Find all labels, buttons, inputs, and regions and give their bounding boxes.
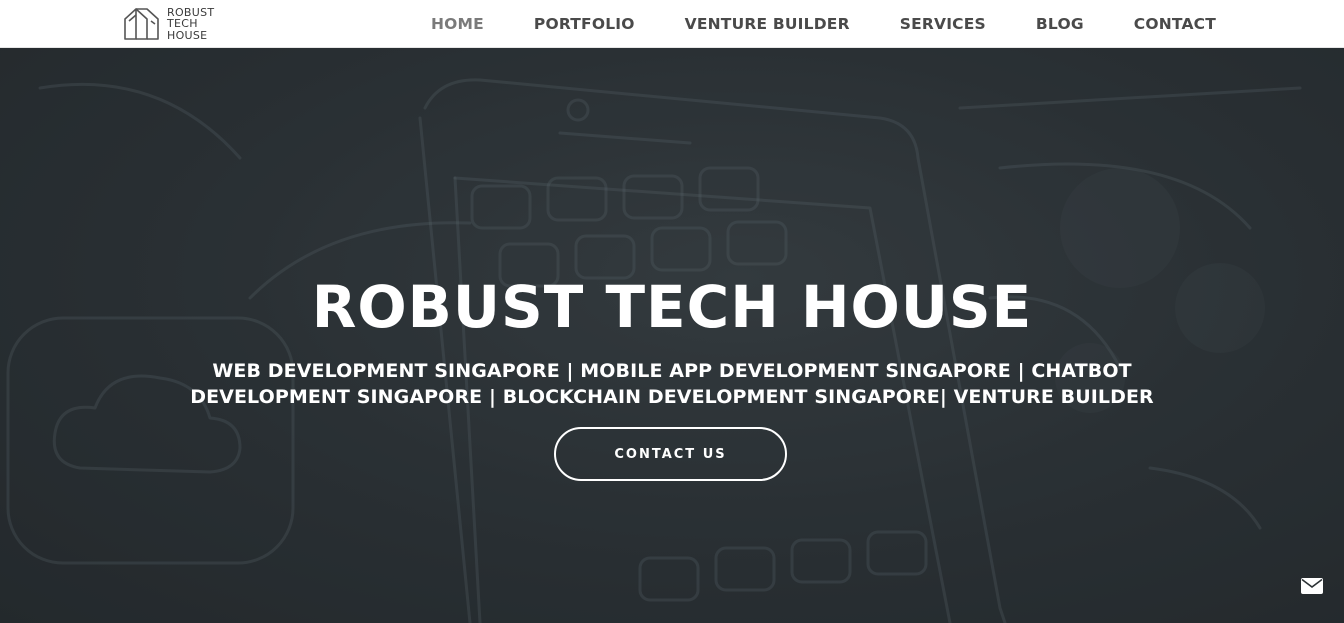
envelope-icon bbox=[1301, 578, 1323, 594]
hero-title: ROBUST TECH HOUSE bbox=[311, 273, 1033, 341]
main-nav: HOME PORTFOLIO VENTURE BUILDER SERVICES … bbox=[381, 0, 1216, 48]
nav-item-portfolio[interactable]: PORTFOLIO bbox=[534, 15, 635, 33]
hero-banner: ROBUST TECH HOUSE WEB DEVELOPMENT SINGAP… bbox=[0, 48, 1344, 623]
brand-logo[interactable]: ROBUST TECH HOUSE bbox=[122, 4, 214, 44]
nav-item-services[interactable]: SERVICES bbox=[900, 15, 986, 33]
nav-item-home[interactable]: HOME bbox=[431, 15, 484, 33]
contact-us-button[interactable]: CONTACT US bbox=[554, 427, 787, 481]
brand-wordmark-line: HOUSE bbox=[167, 28, 208, 42]
nav-item-venture-builder[interactable]: VENTURE BUILDER bbox=[685, 15, 850, 33]
nav-item-blog[interactable]: BLOG bbox=[1036, 15, 1084, 33]
brand-wordmark: ROBUST TECH HOUSE bbox=[167, 7, 214, 42]
floating-contact-button[interactable] bbox=[1300, 575, 1324, 597]
hero-subtitle: WEB DEVELOPMENT SINGAPORE | MOBILE APP D… bbox=[190, 360, 1154, 408]
house-outline-logo-icon bbox=[124, 8, 159, 40]
nav-item-contact[interactable]: CONTACT bbox=[1134, 15, 1216, 33]
top-navbar: ROBUST TECH HOUSE HOME PORTFOLIO VENTURE… bbox=[0, 0, 1344, 48]
